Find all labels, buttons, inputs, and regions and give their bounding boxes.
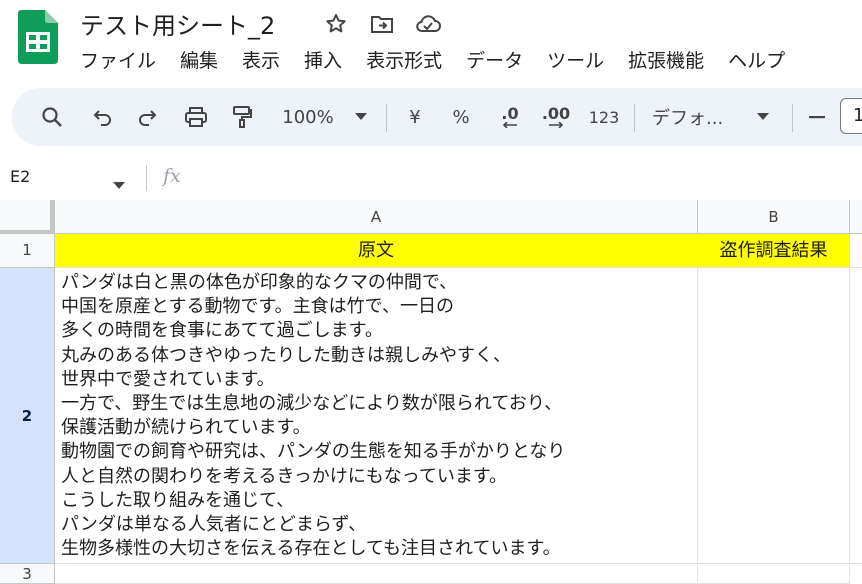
arrow-right-icon bbox=[549, 122, 564, 128]
menu-help[interactable]: ヘルプ bbox=[728, 46, 785, 73]
cell-c1[interactable] bbox=[850, 234, 862, 268]
column-header-b[interactable]: B bbox=[698, 200, 850, 234]
name-box-dropdown-icon[interactable] bbox=[113, 175, 125, 194]
text-line: パンダは白と黒の体色が印象的なクマの仲間で、 bbox=[61, 272, 458, 293]
cell-b3[interactable] bbox=[698, 564, 850, 584]
text-line: 生物多様性の大切さを伝える存在としても注目されています。 bbox=[61, 538, 561, 560]
paint-format-icon[interactable] bbox=[226, 88, 258, 146]
text-line: パンダは単なる人気者にとどまらず、 bbox=[61, 514, 367, 536]
app-header: テスト用シート_2 ファイル 編集 表示 挿入 表示形式 データ ツール 拡張機… bbox=[0, 0, 862, 84]
cell-b2[interactable] bbox=[698, 268, 850, 564]
font-size-input[interactable]: 1 bbox=[840, 98, 862, 134]
cell-a3[interactable] bbox=[55, 564, 698, 584]
cell-c2[interactable] bbox=[850, 268, 862, 564]
menu-format[interactable]: 表示形式 bbox=[366, 46, 442, 73]
text-line: 保護活動が続けられています。 bbox=[61, 417, 311, 439]
star-icon[interactable] bbox=[322, 10, 350, 38]
text-line: 一方で、野生では生息地の減少などにより数が限られており、 bbox=[61, 393, 563, 415]
redo-icon[interactable] bbox=[134, 88, 162, 146]
more-formats-button[interactable]: 123 bbox=[586, 88, 622, 146]
menu-insert[interactable]: 挿入 bbox=[304, 46, 342, 73]
name-box[interactable]: E2 bbox=[10, 167, 30, 186]
decrease-decimal-button[interactable]: .0 bbox=[494, 88, 526, 146]
sheets-logo-icon[interactable] bbox=[18, 10, 58, 64]
currency-format-button[interactable]: ¥ bbox=[404, 88, 426, 146]
text-line: 多くの時間を食事にあてて過ごします。 bbox=[61, 320, 383, 342]
zoom-dropdown-icon[interactable] bbox=[352, 88, 370, 146]
font-select[interactable]: デフォ... bbox=[652, 88, 736, 146]
cell-b1[interactable]: 盗作調査結果 bbox=[698, 234, 850, 268]
decrease-decimal-label: .0 bbox=[501, 104, 519, 123]
menu-view[interactable]: 表示 bbox=[242, 46, 280, 73]
menu-bar: ファイル 編集 表示 挿入 表示形式 データ ツール 拡張機能 ヘルプ bbox=[80, 46, 809, 73]
cell-a2[interactable]: パンダは白と黒の体色が印象的なクマの仲間で、 中国を原産とする動物です。主食は竹… bbox=[55, 268, 698, 564]
search-menus-icon[interactable] bbox=[36, 88, 68, 146]
menu-data[interactable]: データ bbox=[466, 46, 523, 73]
undo-icon[interactable] bbox=[88, 88, 116, 146]
formula-bar: E2 fx bbox=[0, 157, 862, 199]
fx-icon: fx bbox=[163, 165, 181, 187]
print-icon[interactable] bbox=[180, 88, 212, 146]
zoom-select[interactable]: 100% bbox=[278, 88, 338, 146]
menu-tools[interactable]: ツール bbox=[547, 46, 604, 73]
increase-decimal-button[interactable]: .00 bbox=[538, 88, 574, 146]
sheet-grid: A B 1 2 3 原文 盗作調査結果 パンダは白と黒の体色が印象的なクマの仲間… bbox=[0, 200, 862, 584]
text-line: こうした取り組みを通じて、 bbox=[61, 489, 295, 511]
arrow-left-icon bbox=[502, 122, 517, 128]
cell-a1[interactable]: 原文 bbox=[55, 234, 698, 268]
text-line: 丸みのある体つきやゆったりした動きは親しみやすく、 bbox=[61, 344, 511, 366]
menu-edit[interactable]: 編集 bbox=[180, 46, 218, 73]
column-header-a[interactable]: A bbox=[55, 200, 698, 234]
text-line: 人と自然の関わりを考えるきっかけにもなっています。 bbox=[61, 465, 508, 487]
text-line: 世界中で愛されています。 bbox=[61, 368, 275, 390]
column-header-c[interactable] bbox=[850, 200, 862, 234]
row-header-1[interactable]: 1 bbox=[0, 234, 55, 268]
text-line: 動物園での飼育や研究は、パンダの生態を知る手がかりとなり bbox=[61, 441, 566, 463]
row-header-3[interactable]: 3 bbox=[0, 564, 55, 584]
decrease-font-size-icon[interactable] bbox=[806, 88, 828, 146]
cloud-saved-icon[interactable] bbox=[414, 10, 442, 38]
menu-file[interactable]: ファイル bbox=[80, 46, 156, 73]
select-all-corner[interactable] bbox=[0, 200, 55, 234]
document-title[interactable]: テスト用シート_2 bbox=[80, 6, 275, 41]
percent-format-button[interactable]: % bbox=[450, 88, 472, 146]
row-header-2[interactable]: 2 bbox=[0, 268, 55, 564]
move-folder-icon[interactable] bbox=[368, 10, 396, 38]
toolbar: 100% ¥ % .0 .00 123 デフォ... bbox=[12, 88, 862, 146]
menu-extensions[interactable]: 拡張機能 bbox=[628, 46, 704, 73]
increase-decimal-label: .00 bbox=[541, 104, 571, 123]
text-line: 中国を原産とする動物です。主食は竹で、一日の bbox=[61, 296, 454, 318]
font-dropdown-icon[interactable] bbox=[752, 88, 774, 146]
